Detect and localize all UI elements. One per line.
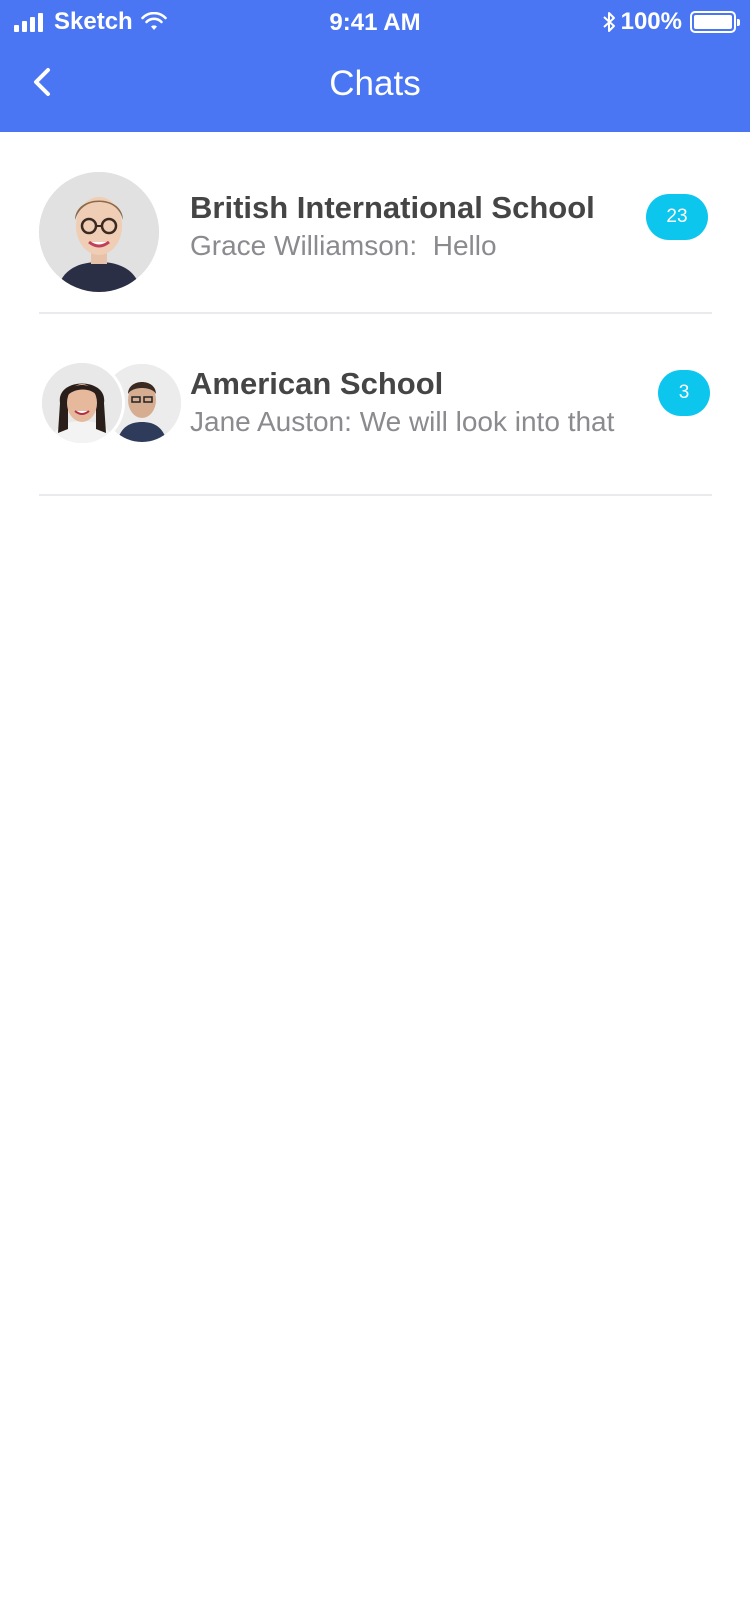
chat-title: British International School [190,190,595,225]
app-header: Sketch 9:41 AM 100% Chats [0,0,750,132]
bluetooth-icon [602,12,615,32]
chat-item-american-school[interactable]: American School Jane Auston: We will loo… [39,314,712,496]
chat-title: American School [190,366,444,401]
chat-last-message: Grace Williamson: Hello [190,230,497,262]
page-title: Chats [329,64,421,103]
status-bar: Sketch 9:41 AM 100% [0,0,750,44]
unread-badge: 3 [658,370,710,416]
avatar [39,360,125,446]
battery-icon [690,11,740,33]
battery-percent: 100% [620,8,682,35]
person-avatar-image [39,172,159,292]
unread-badge: 23 [646,194,708,240]
chat-message: Hello [432,230,497,261]
chat-last-message: Jane Auston: We will look into that [190,406,614,438]
person-avatar-image [42,363,122,443]
avatar [39,172,159,292]
chat-list: British International School Grace Willi… [0,132,750,496]
chat-sender: Grace Williamson: [190,230,418,261]
nav-bar: Chats [0,44,750,132]
chat-sender: Jane Auston: [190,406,352,437]
chat-message: We will look into that [359,406,615,437]
status-right: 100% [601,8,740,36]
chat-item-british-international-school[interactable]: British International School Grace Willi… [39,132,712,314]
